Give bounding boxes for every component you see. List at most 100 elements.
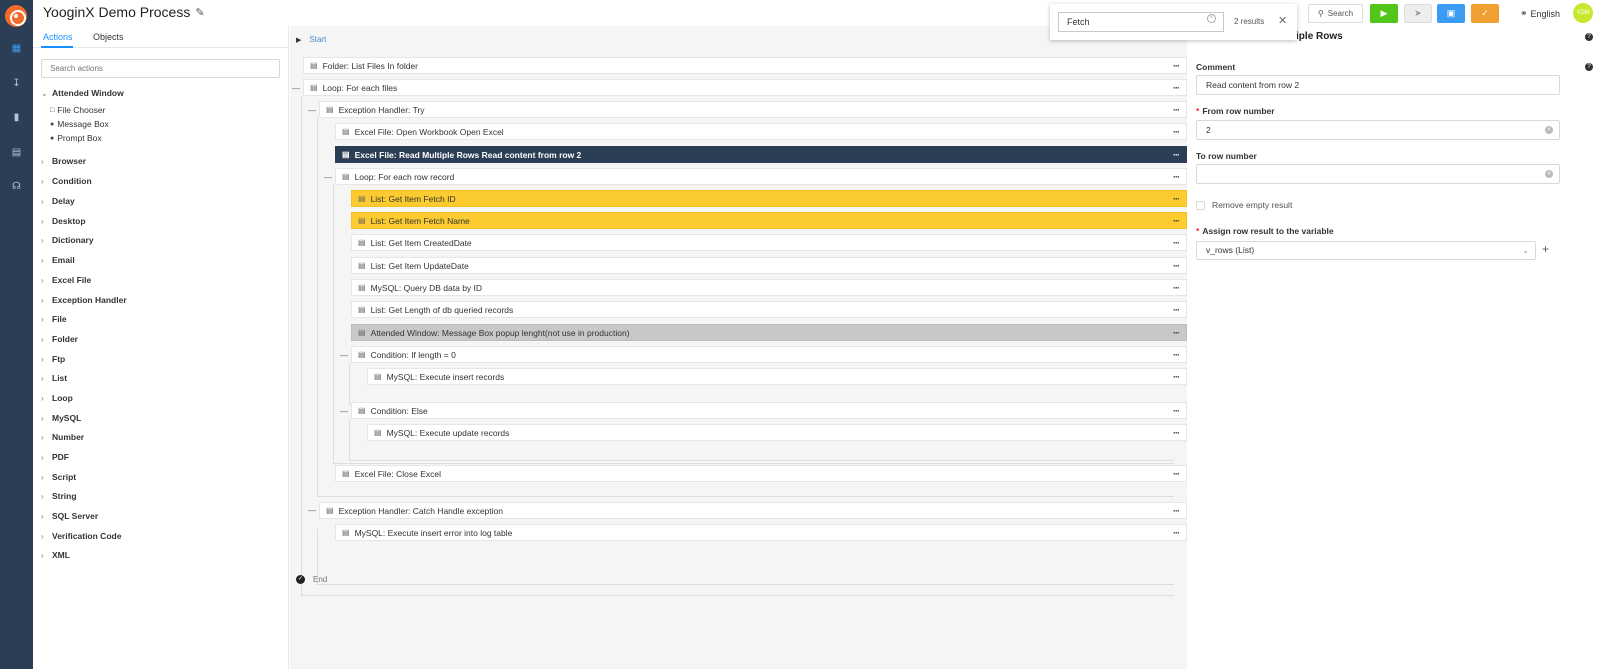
collapse-icon[interactable]: — bbox=[324, 173, 332, 182]
clear-icon[interactable]: × bbox=[1207, 14, 1216, 23]
more-icon[interactable]: ··· bbox=[1173, 406, 1180, 416]
category-item[interactable]: › Delay bbox=[41, 196, 75, 206]
clear-icon[interactable]: × bbox=[1545, 126, 1553, 134]
more-icon[interactable]: ··· bbox=[1173, 150, 1180, 160]
more-icon[interactable]: ··· bbox=[1173, 328, 1180, 338]
search-button[interactable]: ⚲ Search bbox=[1308, 4, 1363, 23]
search-actions-input[interactable] bbox=[41, 59, 280, 78]
run-button[interactable]: ▶ bbox=[1370, 4, 1398, 23]
category-item[interactable]: › Exception Handler bbox=[41, 295, 127, 305]
workflow-step[interactable]: ▤ List: Get Length of db queried records ·… bbox=[351, 301, 1187, 318]
category-item[interactable]: › File bbox=[41, 314, 67, 324]
workflow-step[interactable]: ▤ MySQL: Execute insert records ··· bbox=[367, 368, 1187, 385]
category-item[interactable]: › PDF bbox=[41, 452, 69, 462]
collapse-icon[interactable]: — bbox=[340, 407, 348, 416]
more-icon[interactable]: ··· bbox=[1173, 428, 1180, 438]
workflow-step[interactable]: ▤ MySQL: Execute update records ··· bbox=[367, 424, 1187, 441]
workflow-step[interactable]: ▤ MySQL: Execute insert error into log ta… bbox=[335, 524, 1187, 541]
from-row-input[interactable]: 2 × bbox=[1196, 120, 1560, 140]
more-icon[interactable]: ··· bbox=[1173, 83, 1180, 93]
more-icon[interactable]: ··· bbox=[1173, 469, 1180, 479]
checkbox-box[interactable] bbox=[1196, 200, 1205, 210]
save-button[interactable]: ▣ bbox=[1437, 4, 1465, 23]
collapse-icon[interactable]: — bbox=[308, 106, 316, 115]
remove-empty-checkbox[interactable]: Remove empty result bbox=[1196, 200, 1292, 210]
clear-icon[interactable]: × bbox=[1545, 170, 1553, 178]
collapse-icon[interactable]: — bbox=[308, 506, 316, 515]
category-item[interactable]: › Folder bbox=[41, 334, 78, 344]
category-item[interactable]: › Number bbox=[41, 432, 84, 442]
workflow-step[interactable]: ▤ MySQL: Query DB data by ID ··· bbox=[351, 279, 1187, 296]
more-icon[interactable]: ··· bbox=[1173, 283, 1180, 293]
edit-icon[interactable]: ✎ bbox=[195, 6, 204, 19]
workflow-step[interactable]: ▤ Excel File: Open Workbook Open Excel ··· bbox=[335, 123, 1187, 140]
collapse-icon[interactable]: — bbox=[292, 84, 300, 93]
category-item[interactable]: › XML bbox=[41, 550, 70, 560]
language-selector[interactable]: ⚭ English bbox=[1520, 8, 1560, 19]
workflow-step-disabled[interactable]: ▤ Attended Window: Message Box popup leng… bbox=[351, 324, 1187, 341]
more-icon[interactable]: ··· bbox=[1173, 305, 1180, 315]
category-item[interactable]: › SQL Server bbox=[41, 511, 98, 521]
help-icon[interactable]: ? bbox=[1585, 33, 1593, 41]
app-logo[interactable] bbox=[5, 5, 27, 27]
workflow-step[interactable]: ▤ Excel File: Close Excel ··· bbox=[335, 465, 1187, 482]
comment-input[interactable]: Read content from row 2 bbox=[1196, 75, 1560, 95]
category-item[interactable]: › Email bbox=[41, 255, 75, 265]
tab-objects[interactable]: Objects bbox=[93, 32, 124, 42]
more-icon[interactable]: ··· bbox=[1173, 127, 1180, 137]
chart-icon[interactable]: ▮ bbox=[8, 109, 25, 126]
category-item[interactable]: › List bbox=[41, 373, 67, 383]
workflow-step[interactable]: ▤ List: Get Item UpdateDate ··· bbox=[351, 257, 1187, 274]
more-icon[interactable]: ··· bbox=[1173, 172, 1180, 182]
action-message-box[interactable]: ● Message Box bbox=[50, 119, 109, 129]
more-icon[interactable]: ··· bbox=[1173, 528, 1180, 538]
category-item[interactable]: › MySQL bbox=[41, 413, 81, 423]
category-item[interactable]: › Ftp bbox=[41, 354, 65, 364]
more-icon[interactable]: ··· bbox=[1173, 194, 1180, 204]
more-icon[interactable]: ··· bbox=[1173, 506, 1180, 516]
workflow-step[interactable]: ▤ Loop: For each files ··· bbox=[303, 79, 1187, 96]
find-input[interactable]: Fetch bbox=[1058, 12, 1224, 32]
workflow-step-match[interactable]: ▤ List: Get Item Fetch Name ··· bbox=[351, 212, 1187, 229]
workflow-step[interactable]: ▤ List: Get Item CreatedDate ··· bbox=[351, 234, 1187, 251]
more-icon[interactable]: ··· bbox=[1173, 372, 1180, 382]
workflow-step[interactable]: ▤ Condition: Else ··· bbox=[351, 402, 1187, 419]
category-item[interactable]: › Verification Code bbox=[41, 531, 121, 541]
headset-icon[interactable]: ☊ bbox=[8, 178, 25, 195]
category-item[interactable]: › Loop bbox=[41, 393, 73, 403]
more-icon[interactable]: ··· bbox=[1173, 350, 1180, 360]
more-icon[interactable]: ··· bbox=[1173, 61, 1180, 71]
download-icon[interactable]: ↧ bbox=[8, 75, 25, 92]
document-icon[interactable]: ▤ bbox=[8, 144, 25, 161]
close-icon[interactable]: ✕ bbox=[1278, 14, 1287, 27]
more-icon[interactable]: ··· bbox=[1173, 238, 1180, 248]
category-attended-window[interactable]: ⌄ Attended Window bbox=[41, 88, 124, 98]
workflow-step[interactable]: ▤ Loop: For each row record ··· bbox=[335, 168, 1187, 185]
add-variable-icon[interactable]: + bbox=[1542, 242, 1549, 256]
collapse-icon[interactable]: — bbox=[340, 351, 348, 360]
dashboard-icon[interactable]: ▦ bbox=[8, 40, 25, 57]
category-item[interactable]: › Condition bbox=[41, 176, 92, 186]
publish-button[interactable]: ➤ bbox=[1404, 4, 1432, 23]
confirm-button[interactable]: ✓ bbox=[1471, 4, 1499, 23]
action-file-chooser[interactable]: □ File Chooser bbox=[50, 105, 105, 115]
more-icon[interactable]: ··· bbox=[1173, 105, 1180, 115]
workflow-step[interactable]: ▤ Exception Handler: Catch Handle excepti… bbox=[319, 502, 1187, 519]
category-item[interactable]: › Desktop bbox=[41, 216, 86, 226]
category-item[interactable]: › Dictionary bbox=[41, 235, 94, 245]
tab-actions[interactable]: Actions bbox=[43, 32, 73, 42]
category-item[interactable]: › Browser bbox=[41, 156, 86, 166]
category-item[interactable]: › Script bbox=[41, 472, 76, 482]
help-icon[interactable]: ? bbox=[1585, 63, 1593, 71]
workflow-step[interactable]: ▤ Exception Handler: Try ··· bbox=[319, 101, 1187, 118]
more-icon[interactable]: ··· bbox=[1173, 261, 1180, 271]
workflow-step[interactable]: ▤ Condition: If length = 0 ··· bbox=[351, 346, 1187, 363]
workflow-step[interactable]: ▤ Folder: List Files In folder ··· bbox=[303, 57, 1187, 74]
more-icon[interactable]: ··· bbox=[1173, 216, 1180, 226]
category-item[interactable]: › String bbox=[41, 491, 77, 501]
to-row-input[interactable]: × bbox=[1196, 164, 1560, 184]
assign-variable-select[interactable]: v_rows (List) ⌄ bbox=[1196, 241, 1536, 260]
action-prompt-box[interactable]: ● Prompt Box bbox=[50, 133, 102, 143]
workflow-step-selected[interactable]: ▤ Excel File: Read Multiple Rows Read con… bbox=[335, 146, 1187, 163]
category-item[interactable]: › Excel File bbox=[41, 275, 91, 285]
